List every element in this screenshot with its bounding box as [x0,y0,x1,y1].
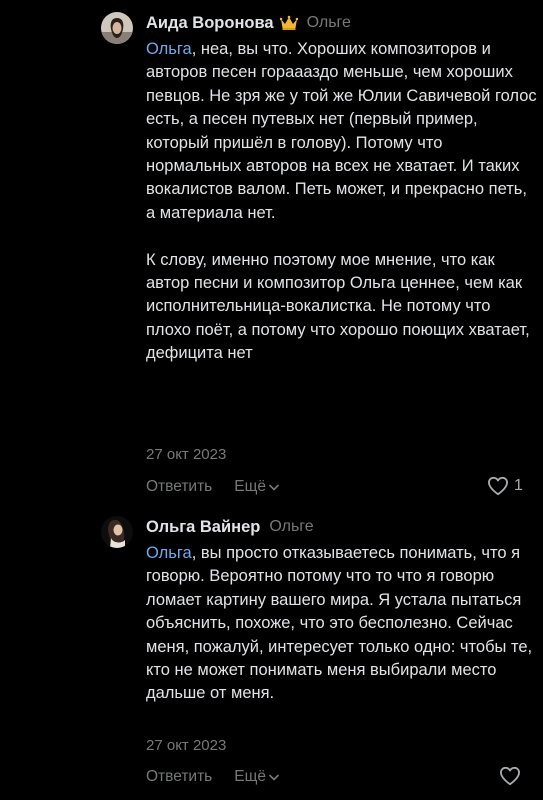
comment-paragraph-2: К слову, именно поэтому мое мнение, что … [146,249,538,366]
comment-body-2: К слову, именно поэтому мое мнение, что … [146,250,530,363]
chevron-down-icon [269,484,279,490]
like-button[interactable]: 1 [487,476,523,496]
comment-body: , неа, вы что. Хороших композиторов и ав… [146,40,537,222]
more-button[interactable]: Ещё [234,768,279,786]
crown-icon [279,15,298,31]
reply-button[interactable]: Ответить [146,478,212,496]
comment-header: Аида Воронова Ольге [146,12,351,34]
avatar[interactable] [101,516,133,548]
mention-link[interactable]: Ольга [146,544,192,562]
author-name[interactable]: Ольга Вайнер [146,518,260,537]
more-button[interactable]: Ещё [234,478,279,496]
comment-date: 27 окт 2023 [146,737,227,754]
comment-text: Ольга, вы просто отказываетесь понимать,… [146,542,538,706]
comment-actions: Ответить Ещё [146,768,279,786]
like-button[interactable] [499,766,526,786]
comment-text: Ольга, неа, вы что. Хороших композиторов… [146,38,538,366]
reply-to-label[interactable]: Ольге [307,14,351,32]
reply-to-label[interactable]: Ольге [269,518,313,536]
heart-icon [487,476,508,496]
author-name[interactable]: Аида Воронова [146,14,274,33]
reply-button[interactable]: Ответить [146,768,212,786]
comment-paragraph: Ольга, вы просто отказываетесь понимать,… [146,542,538,706]
mention-link[interactable]: Ольга [146,40,192,58]
like-count: 1 [514,477,523,494]
comment-date: 27 окт 2023 [146,446,227,463]
more-label: Ещё [234,478,266,495]
comment-actions: Ответить Ещё [146,478,279,496]
heart-icon [499,766,520,786]
avatar[interactable] [101,12,133,44]
comment-paragraph: Ольга, неа, вы что. Хороших композиторов… [146,38,538,225]
chevron-down-icon [269,774,279,780]
comment-header: Ольга Вайнер Ольге [146,516,314,538]
more-label: Ещё [234,768,266,785]
comment-body: , вы просто отказываетесь понимать, что … [146,544,533,703]
